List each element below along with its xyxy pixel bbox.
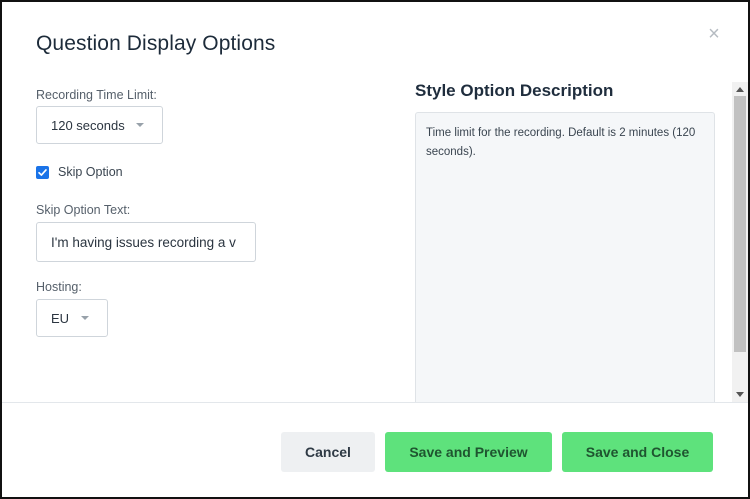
hosting-label: Hosting: — [36, 280, 82, 294]
checkmark-icon — [38, 168, 47, 176]
hosting-value: EU — [51, 310, 70, 326]
dialog-footer: Cancel Save and Preview Save and Close — [2, 402, 748, 497]
chevron-down-icon — [136, 123, 144, 127]
hosting-select[interactable]: EU — [36, 299, 108, 337]
skip-option-label: Skip Option — [58, 165, 123, 179]
skip-option-text-input[interactable]: I'm having issues recording a v — [36, 222, 256, 262]
scroll-up-icon[interactable] — [736, 87, 744, 92]
chevron-down-icon — [81, 316, 89, 320]
style-option-description-text: Time limit for the recording. Default is… — [426, 127, 696, 158]
skip-option-text-label: Skip Option Text: — [36, 203, 131, 217]
recording-time-limit-label: Recording Time Limit: — [36, 88, 157, 102]
skip-option-row: Skip Option — [36, 165, 123, 179]
save-and-close-button[interactable]: Save and Close — [562, 432, 713, 472]
dialog-title: Question Display Options — [36, 32, 276, 55]
close-icon[interactable]: × — [702, 22, 726, 46]
skip-option-text-value: I'm having issues recording a v — [51, 234, 236, 250]
skip-option-checkbox[interactable] — [36, 165, 49, 179]
save-and-preview-button[interactable]: Save and Preview — [385, 432, 552, 472]
scrollbar-thumb[interactable] — [734, 96, 746, 352]
scroll-down-icon[interactable] — [736, 392, 744, 397]
cancel-button[interactable]: Cancel — [281, 432, 375, 472]
question-display-options-dialog: Question Display Options × Recording Tim… — [0, 0, 750, 499]
scrollbar[interactable] — [732, 82, 748, 402]
recording-time-limit-select[interactable]: 120 seconds — [36, 106, 163, 144]
recording-time-limit-value: 120 seconds — [51, 117, 125, 133]
style-option-description-box: Time limit for the recording. Default is… — [415, 112, 715, 412]
style-option-description-title: Style Option Description — [415, 81, 614, 100]
